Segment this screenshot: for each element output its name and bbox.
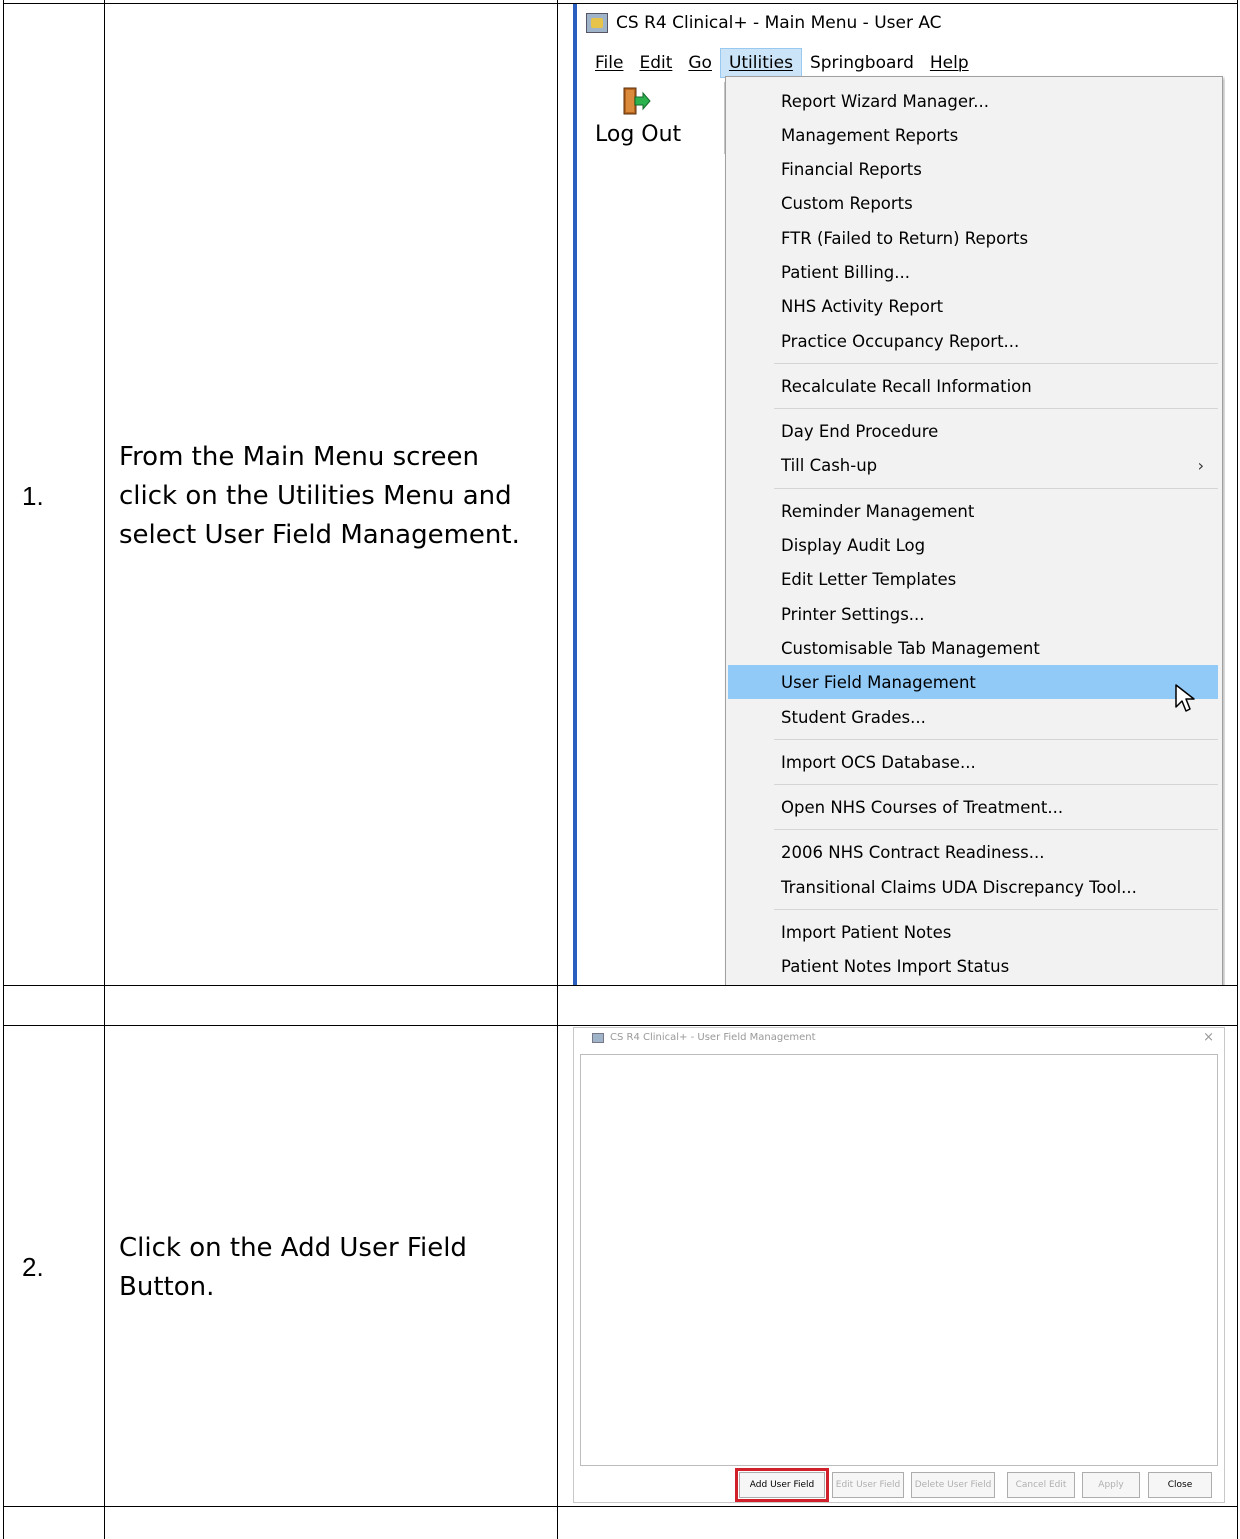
main-menu-screenshot: CS R4 Clinical+ - Main Menu - User AC Fi… — [573, 4, 1225, 985]
step-number: 2. — [22, 1252, 44, 1282]
menu-item-import-ocs-database[interactable]: Import OCS Database... — [728, 745, 1218, 779]
menu-item-financial-reports[interactable]: Financial Reports — [728, 152, 1218, 186]
menu-item-label: Till Cash-up — [781, 455, 878, 475]
step-number: 1. — [22, 481, 44, 511]
table-border-col2 — [557, 0, 558, 1539]
user-field-management-screenshot: CS R4 Clinical+ - User Field Management … — [573, 1027, 1225, 1503]
menu-help[interactable]: Help — [922, 49, 977, 77]
menu-separator — [774, 909, 1218, 910]
apply-button[interactable]: Apply — [1082, 1472, 1140, 1498]
window-titlebar: CS R4 Clinical+ - Main Menu - User AC — [577, 4, 1225, 42]
delete-user-field-button[interactable]: Delete User Field — [911, 1472, 995, 1498]
menu-item-ftr-reports[interactable]: FTR (Failed to Return) Reports — [728, 221, 1218, 255]
menu-utilities[interactable]: Utilities — [719, 48, 802, 78]
menu-separator — [774, 363, 1218, 364]
menu-item-day-end-procedure[interactable]: Day End Procedure — [728, 414, 1218, 448]
menu-item-practice-occupancy-report[interactable]: Practice Occupancy Report... — [728, 324, 1218, 358]
menu-item-open-nhs-courses[interactable]: Open NHS Courses of Treatment... — [728, 790, 1218, 824]
cancel-edit-button[interactable]: Cancel Edit — [1007, 1472, 1075, 1498]
window-title: CS R4 Clinical+ - User Field Management — [610, 1032, 816, 1043]
menu-item-student-grades[interactable]: Student Grades... — [728, 700, 1218, 734]
menu-separator — [774, 829, 1218, 830]
app-icon — [586, 13, 608, 33]
menu-item-patient-billing[interactable]: Patient Billing... — [728, 255, 1218, 289]
menu-separator — [774, 488, 1218, 489]
menu-item-custom-reports[interactable]: Custom Reports — [728, 186, 1218, 220]
menu-separator — [774, 784, 1218, 785]
table-border-col1 — [104, 0, 105, 1539]
menu-item-nhs-contract-readiness[interactable]: 2006 NHS Contract Readiness... — [728, 835, 1218, 869]
menu-go[interactable]: Go — [680, 49, 720, 77]
menu-file[interactable]: File — [587, 49, 631, 77]
menu-item-customisable-tab-management[interactable]: Customisable Tab Management — [728, 631, 1218, 665]
menu-item-import-patient-notes[interactable]: Import Patient Notes — [728, 915, 1218, 949]
menu-item-printer-settings[interactable]: Printer Settings... — [728, 597, 1218, 631]
menu-springboard[interactable]: Springboard — [802, 49, 922, 77]
table-row-divider — [3, 1025, 1238, 1026]
add-user-field-button[interactable]: Add User Field — [735, 1468, 829, 1502]
table-border-left — [3, 0, 4, 1539]
menu-edit[interactable]: Edit — [631, 49, 680, 77]
mouse-pointer-icon — [1175, 684, 1195, 712]
logout-button[interactable]: Log Out — [577, 82, 725, 154]
menu-item-till-cash-up[interactable]: Till Cash-up › — [728, 448, 1218, 482]
menu-item-report-wizard-manager[interactable]: Report Wizard Manager... — [728, 84, 1218, 118]
menu-item-recalculate-recall[interactable]: Recalculate Recall Information — [728, 369, 1218, 403]
menu-item-nhs-activity-report[interactable]: NHS Activity Report — [728, 289, 1218, 323]
edit-user-field-button[interactable]: Edit User Field — [832, 1472, 904, 1498]
window-titlebar: CS R4 Clinical+ - User Field Management — [592, 1032, 816, 1043]
menu-bar: File Edit Go Utilities Springboard Help — [577, 46, 1225, 80]
menu-item-user-field-management[interactable]: User Field Management — [728, 665, 1218, 699]
submenu-arrow-icon: › — [1197, 455, 1204, 475]
window-title: CS R4 Clinical+ - Main Menu - User AC — [616, 13, 942, 33]
logout-door-icon — [623, 87, 651, 115]
close-button[interactable]: Close — [1148, 1472, 1212, 1498]
user-field-list[interactable] — [580, 1054, 1218, 1466]
table-border-right — [1237, 0, 1238, 1539]
menu-item-transitional-claims-tool[interactable]: Transitional Claims UDA Discrepancy Tool… — [728, 870, 1218, 904]
menu-item-management-reports[interactable]: Management Reports — [728, 118, 1218, 152]
table-row-divider — [3, 1506, 1238, 1507]
menu-item-display-audit-log[interactable]: Display Audit Log — [728, 528, 1218, 562]
menu-item-patient-notes-import-status[interactable]: Patient Notes Import Status — [728, 949, 1218, 983]
table-row-divider — [3, 985, 1238, 986]
menu-separator — [774, 408, 1218, 409]
close-icon[interactable]: × — [1203, 1030, 1214, 1045]
utilities-dropdown-menu: Report Wizard Manager... Management Repo… — [725, 76, 1223, 985]
menu-item-edit-letter-templates[interactable]: Edit Letter Templates — [728, 562, 1218, 596]
step-instruction: From the Main Menu screen click on the U… — [119, 442, 520, 550]
menu-item-reminder-management[interactable]: Reminder Management — [728, 494, 1218, 528]
logout-label: Log Out — [595, 122, 682, 147]
app-icon — [592, 1032, 604, 1043]
step-instruction: Click on the Add User Field Button. — [119, 1233, 467, 1302]
menu-separator — [774, 739, 1218, 740]
